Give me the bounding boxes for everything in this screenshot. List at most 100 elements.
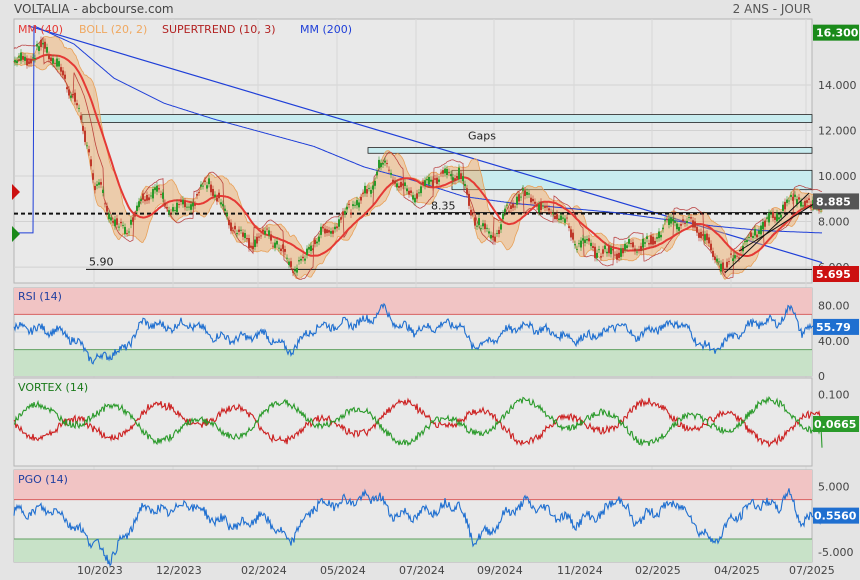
candle-body [86, 145, 88, 147]
candle-body [764, 220, 766, 227]
candle-body [404, 182, 406, 187]
candle-body [82, 125, 84, 131]
candle-body [506, 204, 508, 206]
candle-body [578, 243, 580, 245]
candle-body [734, 255, 736, 259]
candle-body [706, 233, 708, 241]
candle-body [114, 219, 116, 227]
candle-body [84, 130, 86, 142]
candle-body [112, 220, 114, 223]
candle-body [62, 70, 64, 76]
candle-body [316, 241, 318, 244]
candle-body [772, 211, 774, 219]
candle-body [422, 181, 424, 185]
candle-body [72, 94, 74, 96]
candle-body [808, 198, 810, 200]
candle-body [652, 236, 654, 245]
candle-body [704, 234, 706, 241]
candle-body [200, 184, 202, 187]
candle-body [46, 47, 48, 53]
candle-body [36, 44, 38, 47]
candle-body [428, 177, 430, 185]
candle-body [456, 176, 458, 178]
rsi-oversold-zone [14, 349, 812, 376]
candle-body [420, 186, 422, 194]
candle-body [712, 251, 714, 257]
candle-body [40, 39, 42, 48]
candle-body [586, 239, 588, 241]
candle-body [530, 197, 532, 203]
candle-body [330, 231, 332, 234]
candle-body [454, 178, 456, 181]
candle-body [596, 252, 598, 258]
candle-body [312, 248, 314, 251]
candle-body [486, 227, 488, 229]
candle-body [476, 225, 478, 227]
candle-body [730, 253, 732, 255]
candle-body [88, 149, 90, 153]
candle-body [246, 238, 248, 240]
candle-body [238, 229, 240, 232]
candle-body [450, 174, 452, 177]
dotted-level-label: 8.35 [431, 200, 456, 213]
candle-body [48, 54, 50, 60]
candle-body [326, 229, 328, 233]
candle-body [610, 247, 612, 255]
candle-body [562, 217, 564, 219]
candle-body [284, 249, 286, 252]
candle-body [474, 217, 476, 226]
candle-body [56, 58, 58, 67]
x-tick-label: 07/2024 [399, 564, 445, 577]
candle-body [470, 209, 472, 216]
candle-body [602, 249, 604, 254]
candle-body [78, 107, 80, 109]
support-label: 5.90 [89, 255, 114, 268]
candle-body [564, 218, 566, 223]
candle-body [322, 227, 324, 229]
candle-body [614, 254, 616, 256]
candle-body [498, 230, 500, 234]
candle-body [600, 256, 602, 258]
candle-body [490, 234, 492, 239]
x-tick-label: 05/2024 [320, 564, 366, 577]
candle-body [416, 193, 418, 199]
candle-body [694, 221, 696, 228]
pgo-title: PGO (14) [18, 473, 68, 486]
candle-body [624, 243, 626, 250]
candle-body [256, 236, 258, 244]
candle-body [666, 218, 668, 220]
candle-body [338, 219, 340, 227]
candle-body [430, 179, 432, 182]
candle-body [24, 56, 26, 61]
candle-body [604, 245, 606, 250]
candle-body [632, 242, 634, 248]
rsi-tick-label: 40.00 [818, 335, 850, 348]
candle-body [512, 203, 514, 208]
candle-body [594, 246, 596, 258]
candle-body [566, 217, 568, 219]
candle-body [346, 206, 348, 210]
candle-body [532, 198, 534, 202]
candle-body [758, 230, 760, 234]
candle-body [800, 201, 802, 207]
candle-body [680, 224, 682, 226]
candle-body [702, 234, 704, 236]
candle-body [628, 239, 630, 244]
candle-body [390, 172, 392, 175]
candle-body [68, 89, 70, 96]
candle-body [536, 205, 538, 207]
candle-body [212, 188, 214, 196]
candle-body [348, 203, 350, 205]
candle-body [96, 184, 98, 186]
candle-body [104, 203, 106, 205]
price-tick-label: 8.000 [818, 216, 850, 229]
candle-body [90, 159, 92, 167]
candle-body [382, 163, 384, 165]
candle-body [780, 214, 782, 218]
candle-body [132, 217, 134, 222]
candle-body [548, 208, 550, 211]
candle-body [204, 180, 206, 182]
candle-body [50, 57, 52, 62]
candle-body [778, 217, 780, 220]
candle-body [622, 248, 624, 254]
